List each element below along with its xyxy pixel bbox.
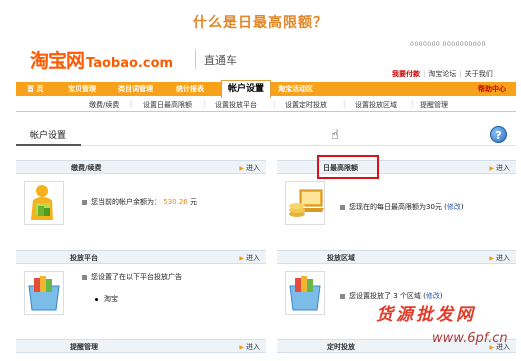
arrow-right-icon: ▶ — [489, 255, 494, 262]
subnav-separator: | — [273, 100, 276, 108]
sub-navbar: 缴费/续费 | 设置日最高限额 | 设置投放平台 | 设置定时投放 | 设置投放… — [16, 98, 516, 112]
bullet-icon — [82, 274, 87, 280]
top-link-separator: | — [423, 70, 426, 78]
bullet-icon — [340, 204, 345, 210]
subnav-daily-limit[interactable]: 设置日最高限额 — [143, 100, 192, 110]
subnav-separator: | — [411, 100, 414, 108]
box-icon — [289, 276, 321, 311]
panel-title-reminders: 提醒管理 — [70, 343, 98, 351]
list-bullet-icon — [95, 297, 98, 301]
enter-label: 进入 — [246, 164, 260, 172]
section-divider-accent — [16, 144, 81, 146]
panel-header-recharge: 缴费/续费 ▶ 进入 — [16, 160, 266, 174]
enter-label: 进入 — [496, 254, 510, 262]
nav-category-keywords[interactable]: 类目词管理 — [118, 82, 153, 96]
pay-link[interactable]: 我要付款 — [392, 69, 420, 79]
product-name: 直通车 — [204, 54, 237, 67]
enter-region-link[interactable]: ▶ 进入 — [489, 253, 510, 263]
subnav-platform[interactable]: 设置投放平台 — [215, 100, 257, 110]
nav-help-center[interactable]: 帮助中心 — [478, 82, 506, 96]
recharge-thumbnail — [24, 181, 64, 225]
region-count: 3 — [393, 292, 398, 300]
arrow-right-icon: ▶ — [239, 165, 244, 172]
recharge-balance-text: 您当前的帐户余额为： 530.26 元 — [82, 197, 197, 207]
about-link[interactable]: 关于我们 — [465, 69, 493, 79]
top-link-separator: | — [459, 70, 462, 78]
logo-divider — [195, 49, 196, 69]
platform-label: 您设置了在以下平台投放广告 — [91, 273, 182, 281]
balance-label: 您当前的帐户余额为： — [91, 198, 161, 206]
nav-item-management[interactable]: 宝贝管理 — [68, 82, 96, 96]
panel-title-region: 投放区域 — [327, 254, 355, 262]
panel-header-platform: 投放平台 ▶ 进入 — [16, 250, 266, 264]
platform-list-item: 淘宝 — [95, 294, 118, 304]
watermark-text: 货源批发网 — [376, 305, 476, 325]
taobao-logo[interactable]: 淘宝网 Taobao.com — [30, 46, 173, 73]
highlight-box — [317, 155, 379, 179]
enter-label: 进入 — [246, 343, 260, 351]
watermark-url: www.6pf.cn — [432, 331, 508, 346]
section-divider — [16, 145, 516, 146]
subnav-separator: | — [203, 100, 206, 108]
platform-text: 您设置了在以下平台投放广告 — [82, 272, 182, 282]
bullet-icon — [340, 293, 345, 299]
enter-reminders-link[interactable]: ▶ 进入 — [239, 342, 260, 352]
subnav-separator: | — [343, 100, 346, 108]
nav-reports[interactable]: 统计报表 — [176, 82, 204, 96]
platform-name: 淘宝 — [104, 295, 118, 303]
enter-recharge-link[interactable]: ▶ 进入 — [239, 163, 260, 173]
bullet-icon — [82, 199, 87, 205]
modify-region-link[interactable]: 修改 — [426, 292, 440, 300]
balance-amount: 530.26 — [163, 198, 188, 206]
coins-laptop-icon — [289, 189, 324, 217]
recharge-person-icon — [31, 185, 53, 220]
region-label: 您设置投放了 — [349, 292, 391, 300]
logo-en-text: Taobao.com — [86, 56, 174, 71]
subnav-separator: | — [130, 100, 133, 108]
panel-title-platform: 投放平台 — [70, 254, 98, 262]
subnav-schedule[interactable]: 设置定时投放 — [285, 100, 327, 110]
nav-home[interactable]: 首 页 — [27, 82, 43, 96]
top-right-text: 0000000 0000000000 — [410, 41, 486, 48]
enter-platform-link[interactable]: ▶ 进入 — [239, 253, 260, 263]
modify-daily-limit-link[interactable]: 修改 — [447, 203, 461, 211]
arrow-right-icon: ▶ — [239, 344, 244, 351]
panel-title-recharge: 缴费/续费 — [71, 164, 102, 172]
arrow-right-icon: ▶ — [239, 255, 244, 262]
daily-limit-label: 您现在的每日最高限额为30元 — [349, 203, 442, 211]
box-icon — [28, 276, 60, 311]
logo-cn-text: 淘宝网 — [30, 50, 85, 72]
platform-thumbnail — [24, 271, 64, 315]
balance-unit: 元 — [189, 198, 197, 206]
daily-limit-text: 您现在的每日最高限额为30元 (修改) — [340, 202, 464, 212]
nav-promotions[interactable]: 淘宝活动区 — [278, 82, 313, 96]
panel-header-region: 投放区域 ▶ 进入 — [277, 250, 516, 264]
subnav-recharge[interactable]: 缴费/续费 — [89, 100, 119, 110]
region-thumbnail — [285, 271, 325, 315]
enter-label: 进入 — [496, 164, 510, 172]
panel-header-reminders: 提醒管理 ▶ 进入 — [16, 339, 266, 353]
arrow-right-icon: ▶ — [489, 165, 494, 172]
enter-label: 进入 — [246, 254, 260, 262]
help-icon[interactable]: ? — [490, 126, 507, 143]
subnav-reminders[interactable]: 提醒管理 — [420, 100, 448, 110]
enter-daily-limit-link[interactable]: ▶ 进入 — [489, 163, 510, 173]
daily-limit-thumbnail — [285, 181, 325, 225]
top-links: 我要付款 | 淘宝论坛 | 关于我们 — [392, 69, 493, 79]
nav-account-settings[interactable]: 帐户设置 — [221, 80, 271, 98]
hand-cursor-icon: ☝ — [331, 128, 339, 143]
subnav-region[interactable]: 设置投放区域 — [355, 100, 397, 110]
section-title: 帐户设置 — [30, 131, 67, 141]
page-heading: 什么是日最高限额？ — [193, 15, 328, 31]
region-unit: 个区域 — [399, 292, 421, 300]
forum-link[interactable]: 淘宝论坛 — [428, 69, 456, 79]
panel-title-schedule: 定时投放 — [327, 343, 355, 351]
panel-header-daily-limit: 日最高限额 ▶ 进入 — [277, 160, 516, 174]
